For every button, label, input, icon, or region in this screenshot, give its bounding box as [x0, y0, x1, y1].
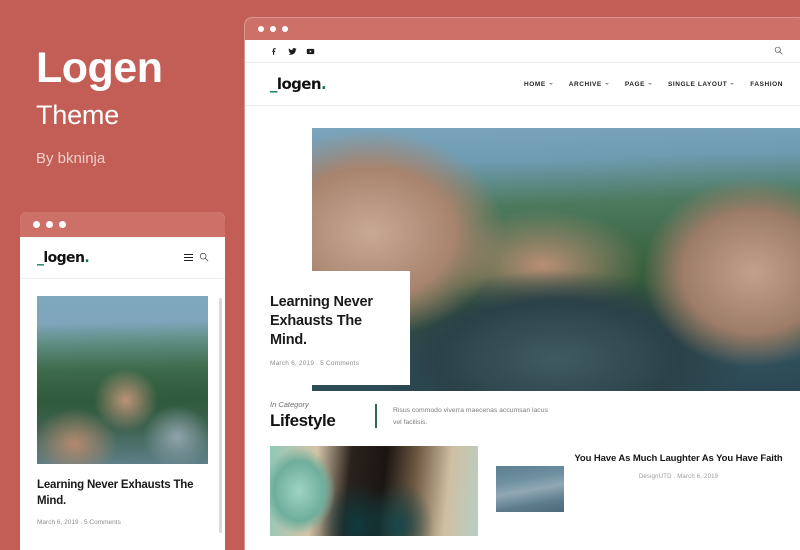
youtube-icon[interactable]	[306, 47, 315, 56]
window-dot-close[interactable]	[33, 221, 40, 228]
nav-label: PAGE	[624, 80, 645, 88]
category-kicker: In Category	[270, 400, 309, 409]
site-topbar	[245, 40, 800, 63]
category-divider	[375, 404, 377, 428]
post-grid: You Have As Much Laughter As You Have Fa…	[245, 446, 800, 536]
page-title: Logen	[36, 44, 163, 92]
mobile-post-body: Learning Never Exhausts The Mind. March …	[20, 464, 225, 526]
post-title[interactable]: You Have As Much Laughter As You Have Fa…	[574, 452, 783, 466]
category-header: In Category Lifestyle Risus commodo vive…	[245, 389, 800, 431]
post-meta: DesignUTD . March 6, 2019	[638, 473, 719, 480]
logo-dot: .	[84, 249, 90, 266]
nav-label: FASHION	[750, 80, 783, 88]
nav-label: SINGLE LAYOUT	[667, 80, 728, 88]
chevron-down-icon	[604, 83, 609, 85]
promo-author: By bkninja	[36, 150, 106, 168]
window-dot-minimize[interactable]	[46, 221, 53, 228]
logo-dot: .	[320, 75, 327, 93]
mobile-post-meta: March 6, 2019 . 5 Comments	[37, 518, 121, 526]
window-dot-minimize[interactable]	[270, 26, 276, 32]
site-navbar: _logen. HOME ARCHIVE PAGE SINGLE LAYOUT	[245, 63, 800, 106]
nav-item-fashion[interactable]: FASHION	[750, 81, 783, 88]
scrollbar[interactable]	[219, 298, 222, 533]
hamburger-icon[interactable]	[184, 253, 193, 262]
nav-item-single-layout[interactable]: SINGLE LAYOUT	[667, 80, 735, 88]
mobile-site-logo[interactable]: _logen.	[37, 249, 90, 266]
desktop-window-chrome	[245, 18, 800, 40]
post-card-secondary[interactable]: You Have As Much Laughter As You Have Fa…	[496, 446, 783, 536]
chevron-down-icon	[647, 83, 652, 85]
chevron-down-icon	[548, 83, 553, 85]
nav-item-page[interactable]: PAGE	[625, 81, 652, 88]
hero-caption-card: Learning Never Exhausts The Mind. March …	[245, 271, 410, 386]
logo-text: logen	[276, 75, 322, 93]
nav-label: HOME	[524, 80, 546, 88]
category-label-group: In Category Lifestyle	[270, 400, 375, 431]
category-name: Lifestyle	[270, 411, 336, 430]
nav-label: ARCHIVE	[568, 80, 602, 88]
social-links	[270, 47, 315, 56]
site-logo[interactable]: _logen.	[270, 75, 327, 93]
mobile-navbar: _logen.	[20, 237, 225, 279]
post-image	[270, 446, 478, 536]
mobile-nav-icons	[184, 249, 209, 267]
promo-subtitle: Theme	[36, 100, 120, 131]
hero-section: Learning Never Exhausts The Mind. March …	[245, 106, 800, 391]
mobile-post-image	[37, 296, 208, 464]
logo-text: logen	[43, 249, 85, 266]
chevron-down-icon	[730, 83, 735, 85]
hero-meta: March 6, 2019 . 5 Comments	[270, 360, 360, 368]
post-text-block: You Have As Much Laughter As You Have Fa…	[574, 452, 783, 480]
screenshot-root: Logen Theme By bkninja _logen. HOME ARCH…	[0, 0, 800, 550]
main-nav: HOME ARCHIVE PAGE SINGLE LAYOUT FASHION	[524, 81, 783, 88]
mobile-window-chrome	[20, 212, 225, 237]
category-description: Risus commodo viverra maecenas accumsan …	[393, 407, 548, 427]
mobile-post-title[interactable]: Learning Never Exhausts The Mind.	[37, 478, 208, 510]
hero-title[interactable]: Learning Never Exhausts The Mind.	[270, 293, 392, 350]
window-dot-maximize[interactable]	[282, 26, 288, 32]
search-icon[interactable]	[199, 249, 209, 267]
window-dot-close[interactable]	[258, 26, 264, 32]
twitter-icon[interactable]	[288, 47, 297, 56]
nav-item-archive[interactable]: ARCHIVE	[569, 81, 609, 88]
nav-item-home[interactable]: HOME	[524, 81, 553, 88]
desktop-preview-window: _logen. HOME ARCHIVE PAGE SINGLE LAYOUT	[245, 18, 800, 550]
post-thumbnail	[496, 466, 564, 512]
search-icon[interactable]	[774, 42, 783, 60]
logo-prefix: _	[270, 75, 277, 93]
mobile-preview-window: _logen. Learning Never Exhausts The Mind…	[20, 212, 225, 550]
window-dot-maximize[interactable]	[59, 221, 66, 228]
post-card-primary[interactable]	[270, 446, 478, 536]
facebook-icon[interactable]	[270, 47, 279, 56]
